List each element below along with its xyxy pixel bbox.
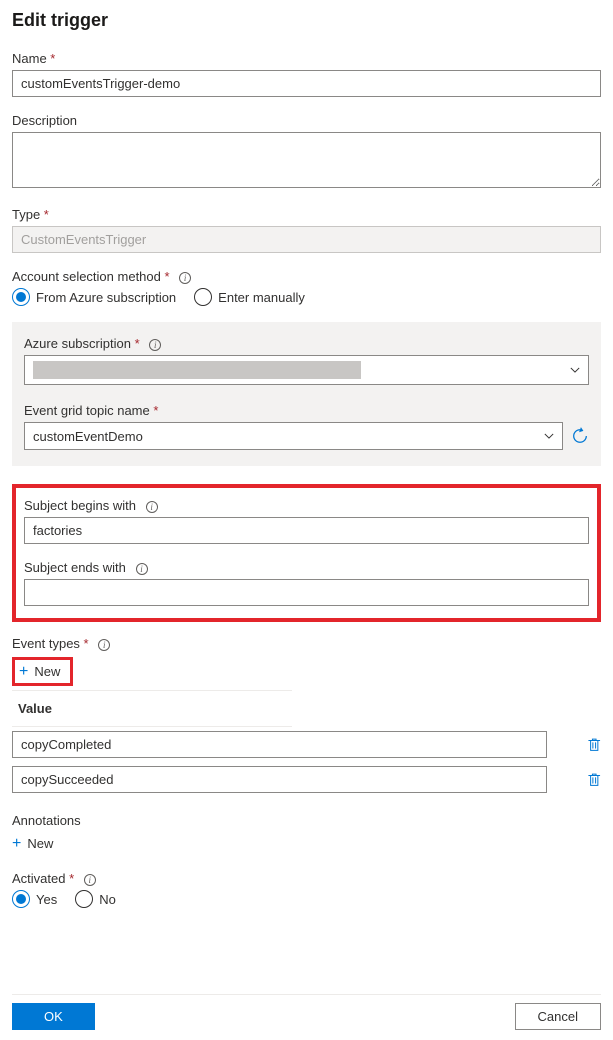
- trash-icon[interactable]: [587, 772, 601, 788]
- event-types-column-header: Value: [12, 691, 292, 727]
- type-field: Type CustomEventsTrigger: [12, 207, 601, 253]
- subject-filter-highlight: Subject begins with i Subject ends with …: [12, 484, 601, 622]
- event-type-input[interactable]: [12, 731, 547, 758]
- annotations-label: Annotations: [12, 813, 601, 828]
- info-icon[interactable]: i: [149, 339, 161, 351]
- subject-begins-label: Subject begins with: [24, 498, 136, 513]
- cancel-button[interactable]: Cancel: [515, 1003, 601, 1030]
- subscription-panel: Azure subscription i Event grid topic na…: [12, 322, 601, 466]
- chevron-down-icon: [544, 431, 554, 441]
- plus-icon: +: [12, 837, 21, 851]
- name-input[interactable]: [12, 70, 601, 97]
- azure-sub-select[interactable]: [24, 355, 589, 385]
- refresh-icon[interactable]: [571, 427, 589, 445]
- page-title: Edit trigger: [12, 10, 601, 31]
- event-types-label: Event types: [12, 636, 89, 651]
- subject-ends-input[interactable]: [24, 579, 589, 606]
- info-icon[interactable]: i: [84, 874, 96, 886]
- info-icon[interactable]: i: [98, 639, 110, 651]
- azure-sub-value-redacted: [33, 361, 361, 379]
- topic-select[interactable]: customEventDemo: [24, 422, 563, 450]
- account-method-label: Account selection method: [12, 269, 170, 284]
- radio-enter-manually-label: Enter manually: [218, 290, 305, 305]
- ok-button[interactable]: OK: [12, 1003, 95, 1030]
- annotations-field: Annotations + New: [12, 813, 601, 855]
- footer: OK Cancel: [12, 994, 601, 1030]
- radio-activated-yes[interactable]: Yes: [12, 890, 57, 908]
- topic-label: Event grid topic name: [24, 403, 589, 418]
- activated-field: Activated i Yes No: [12, 871, 601, 908]
- activated-label: Activated: [12, 871, 74, 886]
- description-field: Description: [12, 113, 601, 191]
- info-icon[interactable]: i: [179, 272, 191, 284]
- topic-value: customEventDemo: [33, 429, 143, 444]
- azure-sub-label: Azure subscription: [24, 336, 140, 351]
- info-icon[interactable]: i: [146, 501, 158, 513]
- description-label: Description: [12, 113, 601, 128]
- radio-activated-no[interactable]: No: [75, 890, 116, 908]
- name-field: Name: [12, 51, 601, 97]
- description-textarea[interactable]: [12, 132, 601, 188]
- radio-enter-manually[interactable]: Enter manually: [194, 288, 305, 306]
- annotations-new-label: New: [27, 836, 53, 851]
- table-row: [12, 762, 601, 797]
- table-row: [12, 727, 601, 762]
- event-types-new-label: New: [34, 664, 60, 679]
- radio-activated-no-label: No: [99, 892, 116, 907]
- event-type-input[interactable]: [12, 766, 547, 793]
- plus-icon: +: [19, 665, 28, 679]
- subject-ends-label: Subject ends with: [24, 560, 126, 575]
- radio-from-subscription[interactable]: From Azure subscription: [12, 288, 176, 306]
- name-label: Name: [12, 51, 601, 66]
- subject-begins-input[interactable]: [24, 517, 589, 544]
- annotations-new-button[interactable]: + New: [12, 832, 53, 855]
- type-input-disabled: CustomEventsTrigger: [12, 226, 601, 253]
- event-types-new-button[interactable]: + New: [15, 660, 70, 683]
- chevron-down-icon: [570, 365, 580, 375]
- event-types-field: Event types i + New Value: [12, 636, 601, 797]
- radio-from-subscription-label: From Azure subscription: [36, 290, 176, 305]
- account-method-field: Account selection method i From Azure su…: [12, 269, 601, 306]
- trash-icon[interactable]: [587, 737, 601, 753]
- info-icon[interactable]: i: [136, 563, 148, 575]
- type-label: Type: [12, 207, 601, 222]
- radio-activated-yes-label: Yes: [36, 892, 57, 907]
